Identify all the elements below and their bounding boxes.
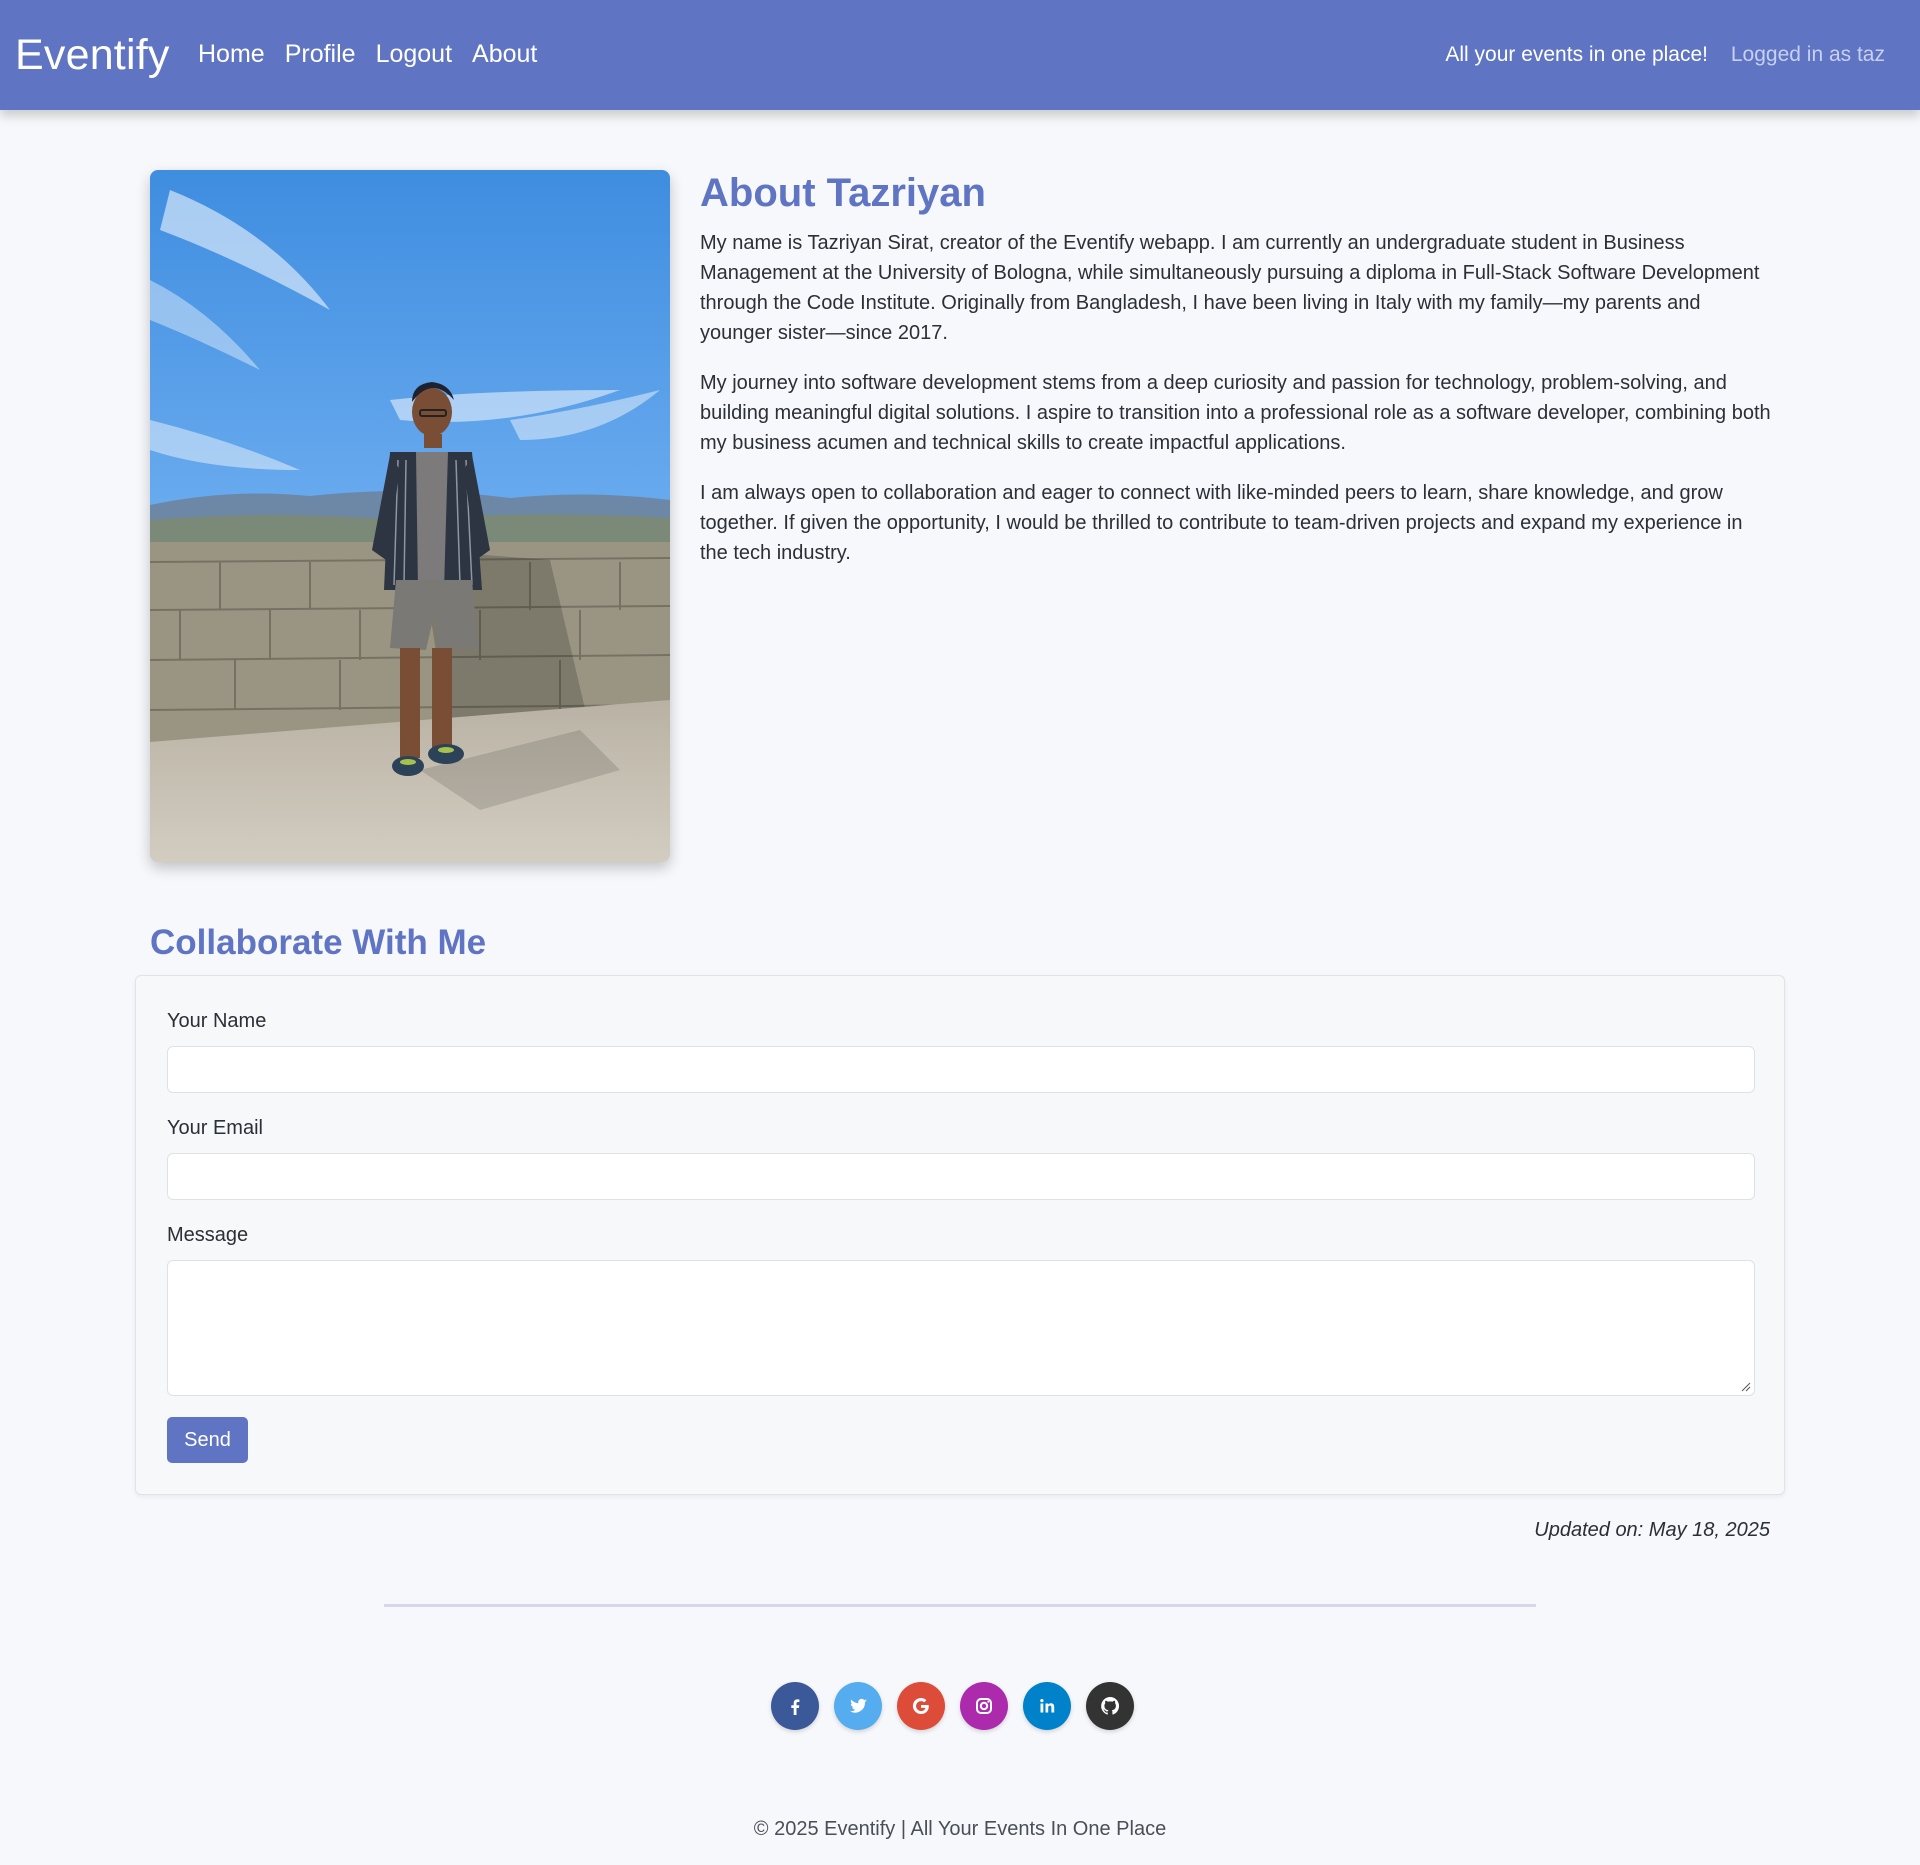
message-label: Message bbox=[167, 1224, 249, 1246]
resize-grip-icon[interactable] bbox=[1741, 1382, 1751, 1392]
github-icon bbox=[1101, 1696, 1120, 1715]
about-paragraph-2: My journey into software development ste… bbox=[700, 372, 1771, 454]
name-input[interactable] bbox=[167, 1046, 1755, 1093]
message-textarea[interactable] bbox=[167, 1260, 1755, 1396]
email-label: Your Email bbox=[167, 1117, 263, 1139]
google-link[interactable] bbox=[897, 1682, 945, 1730]
nav-link-profile[interactable]: Profile bbox=[285, 38, 356, 70]
linkedin-link[interactable] bbox=[1023, 1682, 1071, 1730]
collaborate-form: Your Name Your Email Message Send bbox=[135, 975, 1785, 1495]
instagram-link[interactable] bbox=[960, 1682, 1008, 1730]
nav-links: Home Profile Logout About bbox=[198, 38, 537, 70]
linkedin-icon bbox=[1040, 1699, 1055, 1713]
navbar-tagline: All your events in one place! bbox=[1445, 43, 1708, 66]
facebook-link[interactable] bbox=[771, 1682, 819, 1730]
about-paragraph-3: I am always open to collaboration and ea… bbox=[700, 482, 1743, 564]
profile-photo bbox=[150, 170, 670, 862]
instagram-icon bbox=[976, 1698, 992, 1714]
github-link[interactable] bbox=[1086, 1682, 1134, 1730]
updated-date: Updated on: May 18, 2025 bbox=[1534, 1519, 1770, 1541]
facebook-icon bbox=[791, 1699, 800, 1715]
collaborate-title: Collaborate With Me bbox=[150, 923, 487, 962]
nav-link-about[interactable]: About bbox=[472, 38, 537, 70]
about-section: About Tazriyan My name is Tazriyan Sirat… bbox=[700, 168, 1772, 588]
footer-copyright: © 2025 Eventify | All Your Events In One… bbox=[753, 1818, 1167, 1840]
google-icon bbox=[912, 1698, 929, 1715]
twitter-link[interactable] bbox=[834, 1682, 882, 1730]
name-label: Your Name bbox=[167, 1010, 267, 1032]
about-paragraph-1: My name is Tazriyan Sirat, creator of th… bbox=[700, 232, 1760, 344]
about-title: About Tazriyan bbox=[700, 171, 986, 215]
navbar: Eventify Home Profile Logout About All y… bbox=[0, 0, 1920, 110]
nav-link-logout[interactable]: Logout bbox=[376, 38, 452, 70]
email-input[interactable] bbox=[167, 1153, 1755, 1200]
nav-link-home[interactable]: Home bbox=[198, 38, 265, 70]
send-button[interactable]: Send bbox=[167, 1417, 248, 1463]
twitter-icon bbox=[850, 1698, 867, 1713]
social-links bbox=[771, 1682, 1134, 1730]
footer-divider bbox=[384, 1604, 1536, 1607]
brand-logo[interactable]: Eventify bbox=[15, 29, 170, 81]
logged-in-status: Logged in as taz bbox=[1730, 43, 1885, 66]
profile-photo-image bbox=[150, 170, 670, 862]
